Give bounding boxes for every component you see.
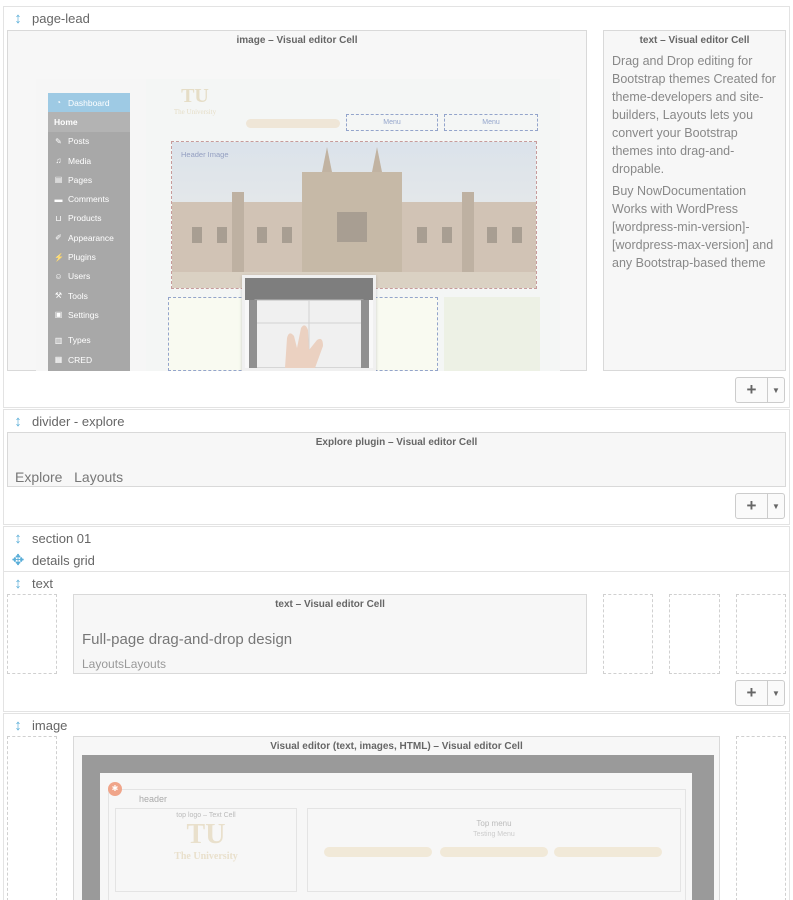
row-title: details grid — [32, 552, 95, 568]
empty-cell[interactable] — [7, 594, 57, 674]
text-cell[interactable]: text – Visual editor Cell Drag and Drop … — [603, 30, 786, 371]
layout-preview-image: header top logo – Text Cell TU The Unive… — [82, 755, 714, 900]
row-title: text — [32, 575, 53, 591]
vertical-resize-icon[interactable]: ↕ — [4, 414, 32, 429]
row-image: ↕ image Visual editor (text, images, HTM… — [3, 713, 790, 900]
layout-canvas: header top logo – Text Cell TU The Unive… — [100, 773, 692, 900]
cell-title: Visual editor (text, images, HTML) – Vis… — [270, 741, 523, 752]
row-header: ✥ details grid — [4, 549, 95, 571]
plus-icon[interactable]: + — [736, 378, 768, 402]
text-cell-content: Drag and Drop editing for Bootstrap them… — [604, 46, 785, 272]
add-cell-button[interactable]: + ▼ — [735, 680, 785, 706]
text-cell[interactable]: text – Visual editor Cell Full-page drag… — [73, 594, 587, 674]
caret-down-icon[interactable]: ▼ — [768, 378, 784, 402]
layout-editor: ↕ page-lead image – Visual editor Cell ◔… — [0, 0, 793, 900]
vertical-resize-icon[interactable]: ↕ — [4, 718, 32, 733]
plus-icon[interactable]: + — [736, 681, 768, 705]
empty-cell[interactable] — [736, 594, 786, 674]
move-icon[interactable]: ✥ — [4, 553, 32, 568]
caret-down-icon[interactable]: ▼ — [768, 681, 784, 705]
divider — [4, 571, 789, 572]
row-header: ↕ image — [4, 714, 67, 736]
row-page-lead: ↕ page-lead image – Visual editor Cell ◔… — [3, 6, 790, 408]
vertical-resize-icon[interactable]: ↕ — [4, 11, 32, 26]
explore-plugin-cell[interactable]: Explore plugin – Visual editor Cell Expl… — [7, 432, 786, 487]
header-label: header — [139, 794, 168, 804]
text-heading: Full-page drag-and-drop design — [82, 631, 293, 648]
vertical-resize-icon[interactable]: ↕ — [4, 576, 32, 591]
empty-cell[interactable] — [603, 594, 653, 674]
preview-overlay — [36, 79, 560, 371]
cell-title: image – Visual editor Cell — [236, 35, 358, 46]
row-title: page-lead — [32, 10, 90, 26]
cell-title: text – Visual editor Cell — [275, 599, 385, 610]
row-title: section 01 — [32, 530, 92, 546]
visual-editor-cell[interactable]: Visual editor (text, images, HTML) – Vis… — [73, 736, 720, 900]
text-subheading: LayoutsLayouts — [82, 657, 167, 671]
cell-title: text – Visual editor Cell — [639, 35, 750, 46]
row-section-01: ↕ section 01 ✥ details grid ↕ text text … — [3, 526, 790, 712]
row-title: image — [32, 717, 68, 733]
empty-cell[interactable] — [669, 594, 720, 674]
logo-cell: top logo – Text Cell TU The University — [115, 808, 297, 892]
explore-text: Explore Layouts — [15, 469, 124, 485]
close-badge-icon: ✱ — [108, 782, 122, 796]
wp-preview-image: ◔ Dashboard Home ✎ Posts ♫ Media ▤ Pages ▬ Co… — [36, 79, 560, 371]
add-cell-button[interactable]: + ▼ — [735, 377, 785, 403]
row-header: ↕ divider - explore — [4, 410, 125, 432]
row-header: ↕ page-lead — [4, 7, 90, 29]
row-header: ↕ text — [4, 572, 53, 594]
top-menu-cell: Top menu Testing Menu — [307, 808, 681, 892]
row-divider-explore: ↕ divider - explore Explore plugin – Vis… — [3, 409, 790, 525]
cell-title: Explore plugin – Visual editor Cell — [315, 437, 478, 448]
row-header: ↕ section 01 — [4, 527, 91, 549]
image-cell[interactable]: image – Visual editor Cell ◔ Dashboard Ho… — [7, 30, 587, 371]
header-row: header top logo – Text Cell TU The Unive… — [108, 789, 686, 900]
add-cell-button[interactable]: + ▼ — [735, 493, 785, 519]
plus-icon[interactable]: + — [736, 494, 768, 518]
row-title: divider - explore — [32, 413, 125, 429]
caret-down-icon[interactable]: ▼ — [768, 494, 784, 518]
paragraph: Drag and Drop editing for Bootstrap them… — [612, 54, 776, 176]
empty-cell[interactable] — [736, 736, 786, 900]
paragraph: Buy NowDocumentation Works with WordPres… — [612, 184, 774, 270]
empty-cell[interactable] — [7, 736, 57, 900]
vertical-resize-icon[interactable]: ↕ — [4, 531, 32, 546]
